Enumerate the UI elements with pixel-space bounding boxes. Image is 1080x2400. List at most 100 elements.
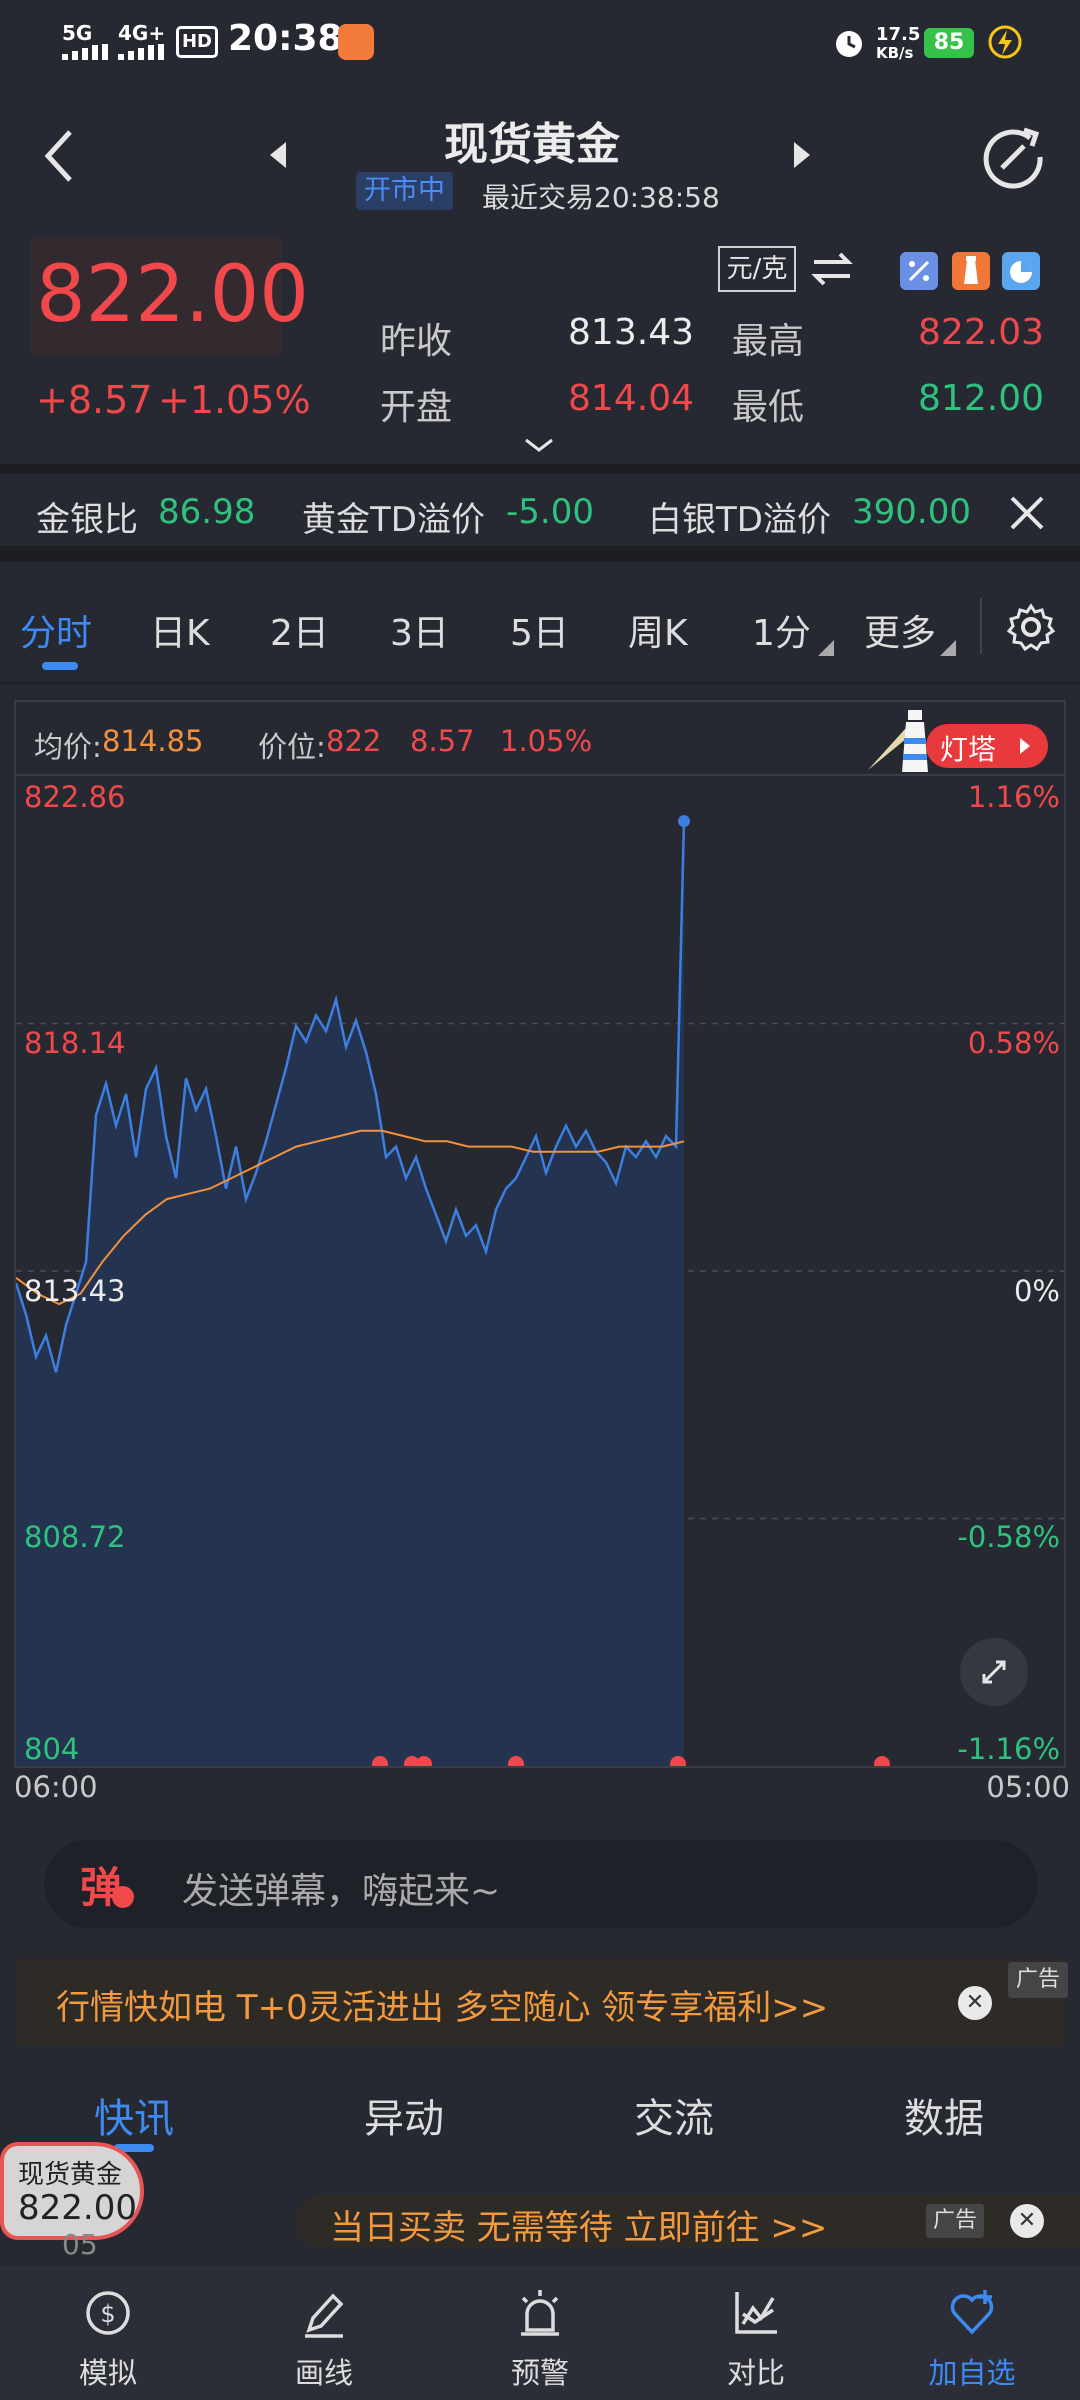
promo-text-2: 当日买卖 无需等待 立即前往 >>: [330, 2208, 828, 2248]
close-ratio-bar-icon[interactable]: [1008, 494, 1046, 532]
swap-icon[interactable]: [810, 250, 854, 288]
nav-add-watchlist-label: 加自选: [928, 2356, 1016, 2390]
y-left-tick-4: 804: [24, 1732, 80, 1766]
stat-label-high: 最高: [732, 321, 805, 362]
status-time: 20:38: [228, 18, 343, 59]
price-change: +8.57: [36, 378, 153, 422]
danmaku-placeholder: 发送弹幕，嗨起来~: [182, 1871, 501, 1912]
divider: [0, 682, 1080, 684]
lighthouse-label: 灯塔: [940, 733, 997, 766]
lighthouse-button[interactable]: 灯塔: [926, 724, 1048, 768]
tab-more-dropdown-icon: [940, 640, 956, 656]
nav-compare[interactable]: 对比: [648, 2266, 864, 2400]
settings-gear-icon[interactable]: [1006, 602, 1056, 652]
price-level-value: 822: [326, 724, 382, 758]
bottom-nav: $ 模拟 画线 预警 对比 加自选: [0, 2266, 1080, 2400]
tab-flash-news[interactable]: 快讯: [94, 2086, 174, 2144]
last-price-dot: [678, 815, 690, 828]
danmaku-check-icon: [112, 1886, 134, 1908]
network2-label: 4G+: [118, 21, 166, 45]
nav-alert[interactable]: 预警: [432, 2266, 648, 2400]
avg-price-value: 814.85: [102, 724, 204, 758]
battery-level: 85: [924, 28, 974, 58]
nav-draw-label: 画线: [294, 2356, 353, 2390]
tab-separator: [980, 598, 982, 654]
promo-banner-2[interactable]: 当日买卖 无需等待 立即前往 >> 广告 ✕: [296, 2194, 1080, 2248]
back-icon[interactable]: [40, 128, 80, 184]
tab-data[interactable]: 数据: [904, 2086, 984, 2144]
compare-chart-icon: [735, 2292, 777, 2334]
ratio-label-silver-td: 白银TD溢价: [648, 500, 831, 540]
promo-close-icon[interactable]: ✕: [958, 1986, 992, 2020]
next-instrument-icon[interactable]: [790, 140, 812, 170]
nav-add-watchlist[interactable]: 加自选: [864, 2266, 1080, 2400]
ad-tag-2: 广告: [926, 2204, 984, 2238]
ratio-value-silver-td: 390.00: [852, 492, 971, 532]
float-widget-name: 现货黄金: [18, 2160, 123, 2190]
heart-plus-icon: [950, 2290, 994, 2335]
charging-icon: [988, 25, 1022, 59]
signal2-icon: [118, 44, 164, 60]
y-right-tick-2: 0%: [1013, 1274, 1060, 1308]
tab-more[interactable]: 更多: [864, 604, 936, 656]
x-tick-start: 06:00: [14, 1770, 98, 1804]
app-notification-icon: [338, 24, 374, 60]
tab-discussion[interactable]: 交流: [634, 2086, 714, 2144]
svg-text:$: $: [100, 2300, 115, 2328]
tab-intraday[interactable]: 分时: [20, 604, 92, 656]
tab-daily-k[interactable]: 日K: [150, 604, 210, 656]
nav-draw[interactable]: 画线: [216, 2266, 432, 2400]
active-tab-indicator: [42, 662, 78, 670]
promo-text: 行情快如电 T+0灵活进出 多空随心 领专享福利>>: [56, 1988, 829, 2028]
floating-quote-widget[interactable]: 现货黄金 822.00: [0, 2142, 144, 2240]
y-right-tick-3: -0.58%: [957, 1520, 1060, 1554]
tab-5day[interactable]: 5日: [510, 604, 569, 656]
tab-1min[interactable]: 1分: [752, 604, 811, 656]
alarm-icon: [836, 31, 862, 57]
nav-alert-label: 预警: [510, 2356, 569, 2390]
ad-tag: 广告: [1008, 1962, 1068, 1998]
price-level-label: 价位:: [258, 730, 326, 764]
expand-chevron-icon[interactable]: [524, 436, 554, 454]
hd-badge: HD: [176, 26, 218, 58]
x-tick-end: 05:00: [986, 1770, 1070, 1804]
avg-price-label: 均价:: [34, 730, 102, 764]
tab-3day[interactable]: 3日: [390, 604, 449, 656]
price-level-pct: 1.05%: [500, 724, 593, 758]
y-left-tick-1: 818.14: [24, 1026, 126, 1060]
status-bar: 5G 4G+ HD 20:38 17.5 KB/s 85: [0, 0, 1080, 84]
pie-tool-icon[interactable]: [1002, 252, 1040, 290]
net-speed-unit: KB/s: [876, 44, 914, 62]
prev-instrument-icon[interactable]: [268, 140, 290, 170]
stat-label-prev-close: 昨收: [380, 321, 453, 362]
price-change-pct: +1.05%: [158, 378, 311, 422]
tab-2day[interactable]: 2日: [270, 604, 329, 656]
fullscreen-button[interactable]: [960, 1638, 1028, 1706]
last-trade-time: 最近交易20:38:58: [482, 181, 720, 214]
current-price: 822.00: [36, 250, 309, 340]
stat-value-prev-close: 813.43: [568, 312, 694, 353]
y-right-tick-4: -1.16%: [957, 1732, 1060, 1766]
divider: [0, 464, 1080, 474]
lighthouse-tool-icon[interactable]: [952, 252, 990, 290]
stat-value-low: 812.00: [918, 378, 1044, 419]
play-arrow-icon: [1020, 738, 1030, 754]
refresh-icon[interactable]: [980, 124, 1046, 190]
simulate-icon: $: [86, 2291, 130, 2335]
ratio-label-gold-silver: 金银比: [36, 500, 138, 540]
stat-label-low: 最低: [732, 387, 805, 428]
nav-simulate[interactable]: $ 模拟: [0, 2266, 216, 2400]
percent-tool-icon[interactable]: [900, 252, 938, 290]
float-widget-price: 822.00: [18, 2188, 137, 2228]
promo-banner[interactable]: 行情快如电 T+0灵活进出 多空随心 领专享福利>> ✕: [16, 1958, 1064, 2046]
ratio-value-gold-td: -5.00: [506, 492, 594, 532]
promo-close-icon-2[interactable]: ✕: [1010, 2204, 1044, 2238]
unit-selector[interactable]: 元/克: [718, 246, 796, 292]
ratio-label-gold-td: 黄金TD溢价: [302, 500, 485, 540]
tab-movement[interactable]: 异动: [364, 2086, 444, 2144]
net-speed: 17.5: [876, 24, 921, 45]
event-marker: [874, 1756, 890, 1766]
tab-weekly-k[interactable]: 周K: [628, 604, 688, 656]
y-left-tick-2: 813.43: [24, 1274, 126, 1308]
danmaku-input[interactable]: 弹 发送弹幕，嗨起来~: [44, 1840, 1038, 1928]
